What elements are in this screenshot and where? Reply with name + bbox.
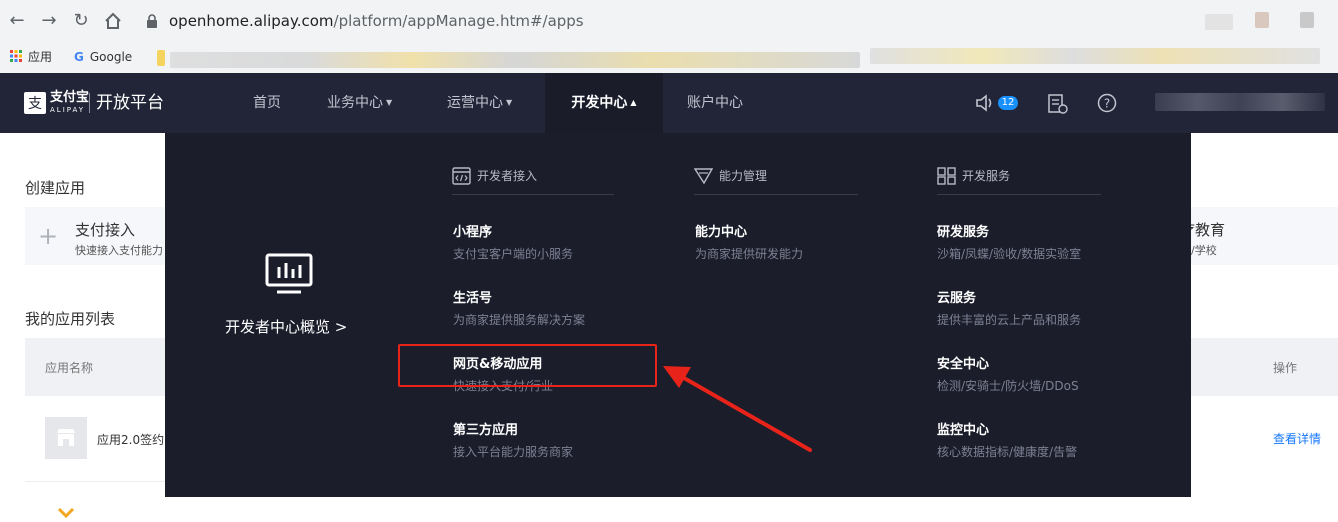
url-host: openhome.alipay.com (169, 12, 334, 30)
funnel-icon (694, 168, 713, 185)
view-details-link[interactable]: 查看详情 (1273, 430, 1321, 447)
logo-subtext: ALIPAY (50, 106, 86, 114)
code-window-icon (452, 167, 471, 185)
menu-item-cloud-services[interactable]: 云服务 (937, 287, 976, 306)
plus-icon: + (38, 222, 59, 250)
menu-item-desc: 为商家提供服务解决方案 (453, 313, 586, 327)
menu-item-desc: 支付宝客户端的小服务 (453, 247, 574, 261)
highlight-box (398, 344, 657, 387)
column-header-capability-management: 能力管理 (694, 167, 858, 195)
developer-overview-link[interactable]: 开发者中心概览 > (225, 316, 347, 337)
nav-label: 首页 (253, 95, 281, 111)
nav-label: 业务中心 (327, 95, 383, 111)
nav-developer-center[interactable]: 开发中心 ▲ (545, 73, 663, 133)
blurred-bookmarks (870, 48, 1320, 64)
menu-item-desc: 沙箱/凤蝶/验收/数据实验室 (937, 247, 1082, 261)
menu-item-desc: 接入平台能力服务商家 (453, 445, 574, 459)
pay-card-title: 支付接入 (75, 221, 136, 239)
column-header-developer-access: 开发者接入 (452, 167, 614, 195)
store-icon (57, 429, 75, 446)
bookmark-google[interactable]: G Google (74, 47, 132, 67)
logo-text: 支付宝 (50, 90, 90, 105)
notification-badge: 12 (998, 96, 1018, 110)
menu-item-security-center[interactable]: 安全中心 (937, 353, 989, 372)
create-app-heading: 创建应用 (25, 179, 86, 197)
nav-label: 运营中心 (447, 95, 503, 111)
document-icon[interactable] (1047, 93, 1069, 115)
table-header-right (1191, 338, 1338, 396)
app-row-name[interactable]: 应用2.0签约2 (97, 431, 165, 448)
menu-item-mini-program[interactable]: 小程序 (453, 221, 492, 240)
column-header-label: 开发者接入 (477, 169, 538, 183)
apps-grid-icon (10, 50, 22, 62)
speaker-icon[interactable] (975, 93, 997, 113)
dashboard-monitor-icon[interactable] (265, 253, 313, 295)
menu-item-monitoring-center[interactable]: 监控中心 (937, 419, 989, 438)
platform-title[interactable]: 开放平台 (96, 92, 164, 114)
menu-item-desc: 检测/安骑士/防火墙/DDoS (937, 379, 1079, 393)
nav-business-center[interactable]: 业务中心 ▼ (327, 73, 392, 133)
caret-up-icon: ▲ (630, 98, 637, 107)
back-arrow-icon[interactable]: ← (6, 10, 28, 32)
col-action: 操作 (1273, 361, 1298, 375)
lock-icon (147, 14, 157, 28)
menu-item-desc: 核心数据指标/健康度/告警 (937, 445, 1078, 459)
top-navigation: 支 支付宝 ALIPAY 开放平台 首页 业务中心 ▼ 运营中心 ▼ 开发中心 ▲ 账… (0, 73, 1338, 133)
my-apps-heading: 我的应用列表 (25, 310, 116, 328)
grid-icon (937, 167, 956, 185)
google-g-icon: G (74, 50, 84, 64)
bookmark-apps[interactable]: 应用 (10, 47, 52, 67)
svg-text:?: ? (1104, 97, 1110, 111)
nav-operations-center[interactable]: 运营中心 ▼ (447, 73, 512, 133)
caret-down-icon: ▼ (386, 98, 393, 107)
menu-item-life-account[interactable]: 生活号 (453, 287, 492, 306)
nav-label: 账户中心 (687, 95, 743, 111)
svg-text:支: 支 (28, 96, 42, 112)
help-icon[interactable]: ? (1097, 93, 1117, 113)
bookmark-label: 应用 (28, 50, 53, 64)
blurred-extension (1300, 12, 1314, 28)
blurred-bookmarks (170, 52, 860, 68)
home-icon[interactable] (102, 10, 124, 32)
nav-label: 开发中心 (571, 95, 628, 111)
app-thumbnail (45, 417, 87, 459)
forward-arrow-icon[interactable]: → (38, 10, 60, 32)
browser-chrome: ← → ↻ openhome.alipay.com/platform/appMa… (0, 0, 1338, 73)
blurred-extension (1205, 14, 1233, 30)
menu-item-rd-services[interactable]: 研发服务 (937, 221, 989, 240)
menu-item-third-party-app[interactable]: 第三方应用 (453, 419, 518, 438)
nav-home[interactable]: 首页 (253, 73, 281, 133)
bookmark-label: Google (89, 50, 133, 64)
alipay-logo-icon[interactable]: 支 (24, 92, 46, 114)
blurred-bookmark (157, 50, 165, 66)
blurred-extension (1255, 12, 1269, 28)
column-header-label: 能力管理 (719, 169, 768, 183)
reload-icon[interactable]: ↻ (70, 10, 92, 32)
nav-account-center[interactable]: 账户中心 (687, 73, 743, 133)
url-text[interactable]: openhome.alipay.com/platform/appManage.h… (169, 12, 584, 30)
app-logo-partial-icon (57, 503, 75, 519)
blurred-username[interactable] (1155, 93, 1325, 111)
bookmarks-bar: 应用 G Google (0, 42, 1338, 73)
pay-card-desc: 快速接入支付能力 (75, 244, 163, 257)
col-app-name: 应用名称 (45, 361, 94, 375)
logo-divider (89, 93, 90, 113)
menu-item-desc: 提供丰富的云上产品和服务 (937, 313, 1082, 327)
menu-item-desc: 为商家提供研发能力 (695, 247, 804, 261)
url-path: /platform/appManage.htm#/apps (333, 12, 584, 30)
column-header-label: 开发服务 (962, 169, 1011, 183)
caret-down-icon: ▼ (506, 98, 513, 107)
menu-item-capability-center[interactable]: 能力中心 (695, 221, 747, 240)
column-header-dev-services: 开发服务 (937, 167, 1101, 195)
address-row: ← → ↻ openhome.alipay.com/platform/appMa… (0, 0, 1338, 42)
row-divider (25, 481, 165, 482)
red-arrow-annotation-icon (663, 366, 812, 452)
